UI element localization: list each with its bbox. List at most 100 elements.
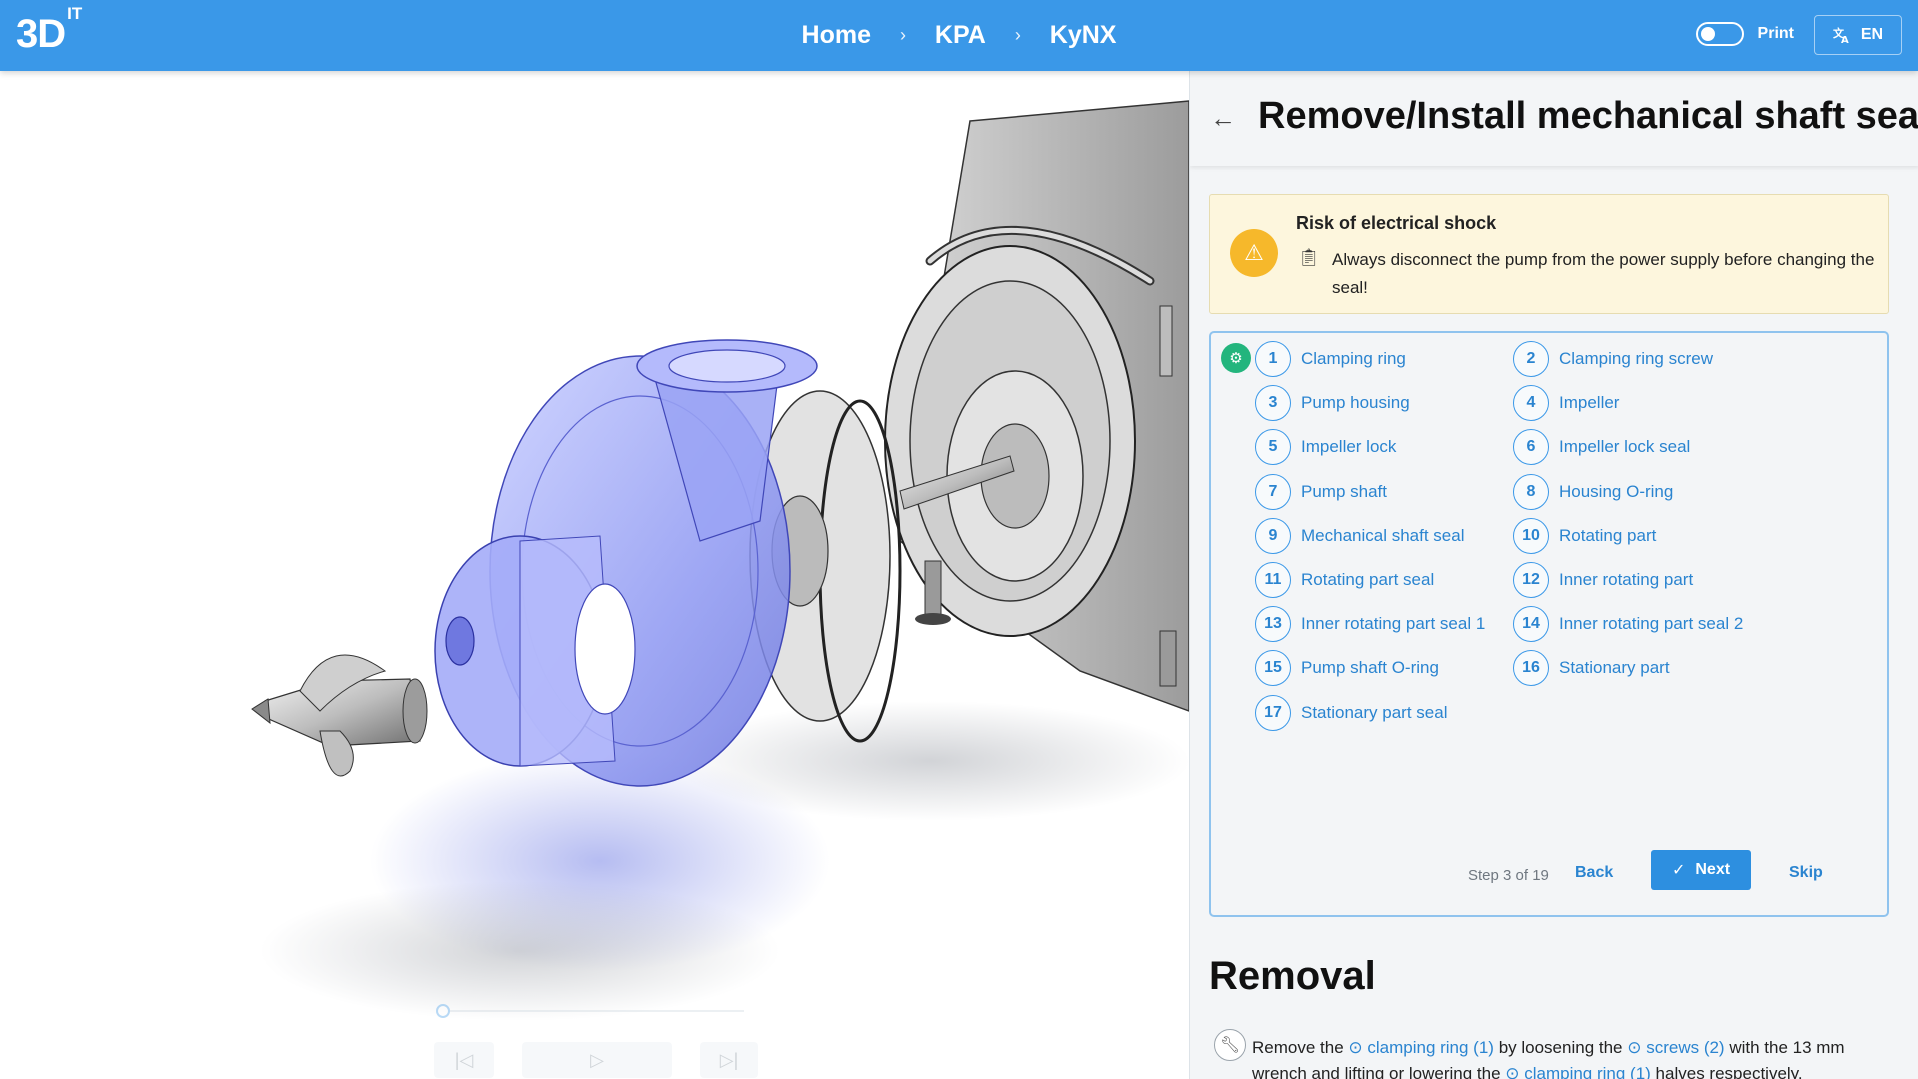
wrench-icon: 🔧︎ — [1214, 1029, 1246, 1061]
impeller-hub — [402, 678, 428, 744]
part-item[interactable]: 7 Pump shaft — [1255, 473, 1387, 510]
breadcrumb-home[interactable]: Home — [802, 21, 871, 50]
adjustable-foot — [1159, 630, 1177, 687]
language-button[interactable]: 文 A EN — [1814, 15, 1902, 55]
part-label: Impeller — [1559, 393, 1620, 413]
part-number-badge: 9 — [1255, 517, 1291, 554]
pump-exploded-3d-model[interactable] — [0, 71, 1189, 1079]
instruction-text-part: by loosening the — [1493, 1038, 1628, 1057]
part-number-badge: 16 — [1513, 650, 1549, 687]
part-label: Housing O-ring — [1559, 481, 1674, 501]
part-item[interactable]: 8 Housing O-ring — [1513, 473, 1674, 510]
part-item[interactable]: 9 Mechanical shaft seal — [1255, 517, 1465, 554]
instruction-panel: ← Remove/Install mechanical shaft seal ⚠… — [1189, 71, 1918, 1079]
page-title: Remove/Install mechanical shaft seal — [1258, 95, 1918, 137]
part-item[interactable]: 14 Inner rotating part seal 2 — [1513, 606, 1744, 643]
breadcrumb-kpa[interactable]: KPA — [935, 21, 986, 50]
part-item[interactable]: 1 Clamping ring — [1255, 341, 1406, 377]
part-link-label: clamping ring (1) — [1524, 1064, 1651, 1079]
part-number-badge: 1 — [1255, 341, 1291, 377]
part-label: Clamping ring screw — [1559, 349, 1713, 368]
instruction-text: Remove the ⊙ clamping ring (1) by loosen… — [1252, 1035, 1892, 1079]
part-number-badge: 3 — [1255, 385, 1291, 422]
toggle-knob — [1700, 27, 1715, 41]
part-number-badge: 8 — [1513, 473, 1549, 510]
part-label: Stationary part seal — [1301, 702, 1448, 722]
part-item[interactable]: 16 Stationary part — [1513, 650, 1670, 687]
part-number-badge: 7 — [1255, 473, 1291, 510]
instruction-text-part: halves respectively. — [1650, 1064, 1803, 1079]
part-number-badge: 14 — [1513, 606, 1549, 643]
back-button[interactable]: Back — [1575, 864, 1613, 882]
inlet-port — [445, 616, 475, 666]
parts-list-card: ⚙ 1 Clamping ring 2 Clamping ring screw 3 Pum… — [1209, 331, 1889, 917]
part-label: Rotating part seal — [1301, 570, 1435, 589]
skip-forward-icon[interactable]: ▷| — [700, 1042, 758, 1078]
part-number-badge: 6 — [1513, 429, 1549, 466]
part-item[interactable]: 10 Rotating part — [1513, 517, 1656, 554]
part-label: Inner rotating part seal 2 — [1559, 614, 1744, 634]
adjustable-foot — [924, 560, 942, 617]
step-counter: Step 3 of 19 — [1468, 867, 1549, 884]
clipboard-icon: 📋︎ — [1298, 248, 1320, 267]
next-button-label: Next — [1695, 861, 1731, 878]
impeller-lock[interactable] — [251, 698, 271, 725]
part-label: Inner rotating part — [1559, 570, 1694, 589]
part-item[interactable]: 4 Impeller — [1513, 385, 1620, 422]
instruction-text-part: Remove the — [1252, 1038, 1349, 1057]
breadcrumb-kynx[interactable]: KyNX — [1050, 21, 1117, 50]
part-item[interactable]: 11 Rotating part seal — [1255, 562, 1434, 598]
chevron-right-icon: › — [899, 24, 906, 45]
print-toggle[interactable] — [1695, 22, 1744, 46]
check-icon: ✓ — [1671, 862, 1686, 879]
top-bar: 3D IT Home › KPA › KyNX Print 文 A EN — [0, 0, 1918, 71]
part-label: Mechanical shaft seal — [1301, 525, 1465, 545]
play-icon[interactable]: ▷ — [522, 1042, 672, 1078]
part-label: Pump shaft O-ring — [1301, 658, 1439, 678]
skip-back-icon[interactable]: |◁ — [434, 1042, 494, 1078]
part-check-icon: ⚙ — [1221, 343, 1251, 373]
part-number-badge: 15 — [1255, 650, 1291, 687]
part-label: Pump housing — [1301, 393, 1410, 413]
animation-player: |◁ ▷ ▷| — [430, 1000, 760, 1079]
timeline-handle[interactable] — [436, 1004, 450, 1018]
part-label: Pump shaft — [1301, 481, 1387, 501]
next-button[interactable]: ✓ Next — [1651, 850, 1751, 890]
part-link-screws[interactable]: ⊙ screws (2) — [1627, 1038, 1724, 1057]
part-number-badge: 10 — [1513, 517, 1549, 554]
part-item[interactable]: 15 Pump shaft O-ring — [1255, 650, 1439, 687]
model-viewer[interactable]: |◁ ▷ ▷| — [0, 71, 1189, 1079]
chevron-right-icon: › — [1014, 24, 1021, 45]
part-item[interactable]: 6 Impeller lock seal — [1513, 429, 1691, 466]
part-label: Impeller lock seal — [1559, 437, 1691, 457]
part-link-label: screws (2) — [1646, 1038, 1725, 1057]
warning-text: Always disconnect the pump from the powe… — [1332, 250, 1875, 297]
part-label: Stationary part — [1559, 658, 1670, 678]
inlet-bore — [574, 583, 636, 715]
part-item[interactable]: 17 Stationary part seal — [1255, 694, 1448, 731]
part-item[interactable]: 2 Clamping ring screw — [1513, 341, 1713, 377]
part-item[interactable]: 3 Pump housing — [1255, 385, 1410, 422]
warning-box: ⚠ Risk of electrical shock 📋︎ Always dis… — [1209, 194, 1889, 314]
part-label: Inner rotating part seal 1 — [1301, 614, 1486, 634]
part-item[interactable]: 12 Inner rotating part — [1513, 562, 1693, 598]
timeline-track[interactable] — [444, 1010, 744, 1012]
part-label: Impeller lock — [1301, 437, 1397, 457]
part-number-badge: 5 — [1255, 429, 1291, 466]
part-number-badge: 4 — [1513, 385, 1549, 422]
part-number-badge: 11 — [1255, 562, 1291, 598]
back-arrow-icon[interactable]: ← — [1210, 105, 1236, 131]
part-item[interactable]: 13 Inner rotating part seal 1 — [1255, 606, 1486, 643]
part-number-badge: 2 — [1513, 341, 1549, 377]
part-link-clamping-ring[interactable]: ⊙ clamping ring (1) — [1348, 1038, 1494, 1057]
warning-title: Risk of electrical shock — [1296, 213, 1497, 233]
part-link-label: clamping ring (1) — [1367, 1038, 1494, 1057]
translate-icon: 文 A — [1833, 26, 1849, 44]
skip-button[interactable]: Skip — [1789, 864, 1823, 882]
outlet-opening — [668, 349, 786, 383]
part-label: Clamping ring — [1301, 349, 1406, 368]
part-item[interactable]: 5 Impeller lock — [1255, 429, 1397, 466]
mounting-bolt — [1159, 305, 1173, 377]
part-link-clamping-ring[interactable]: ⊙ clamping ring (1) — [1505, 1064, 1651, 1079]
adjustable-foot — [915, 613, 951, 625]
